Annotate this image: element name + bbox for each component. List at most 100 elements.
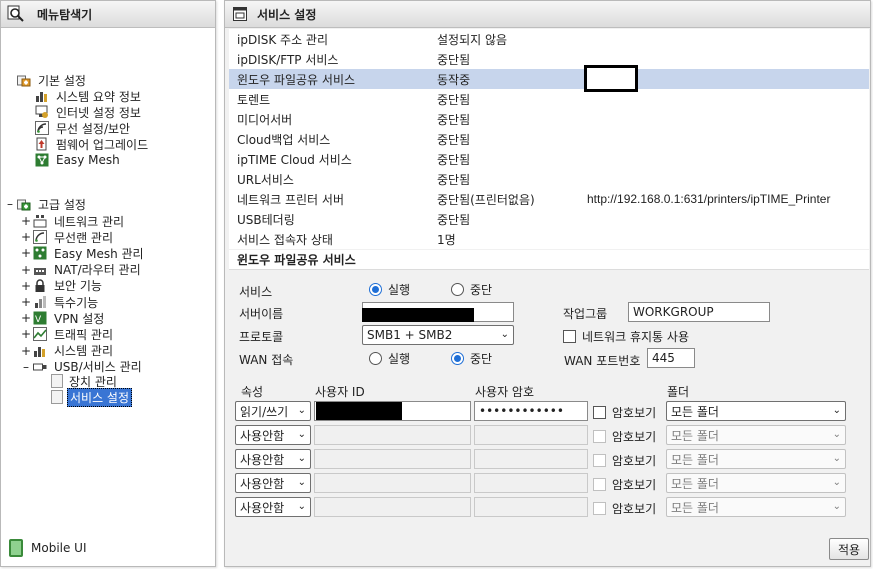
service-name: 윈도우 파일공유 서비스 <box>237 72 356 87</box>
chevron-down-icon: ⌄ <box>500 329 509 340</box>
chevron-down-icon: ⌄ <box>297 429 306 440</box>
expand-plus-icon[interactable]: + <box>19 279 33 293</box>
service-name: ipDISK 주소 관리 <box>237 32 329 47</box>
expand-plus-icon[interactable]: + <box>19 263 33 277</box>
expand-plus-icon[interactable]: + <box>19 214 33 228</box>
radio-label: 실행 <box>388 283 411 297</box>
user-id-input[interactable] <box>314 449 471 469</box>
user-attr-select[interactable]: 사용안함 ⌄ <box>235 497 311 517</box>
service-run-radio[interactable]: 실행 <box>369 281 410 298</box>
collapse-minus-icon[interactable]: – <box>19 360 33 374</box>
radio-label: 중단 <box>470 283 493 297</box>
user-id-input[interactable] <box>314 497 471 517</box>
checkbox-icon <box>593 478 606 491</box>
service-name: USB테더링 <box>237 212 295 227</box>
service-status: 동작중 <box>437 72 471 87</box>
tree-item-advanced[interactable]: + 특수기능 <box>19 294 100 310</box>
wan-stop-radio[interactable]: 중단 <box>451 350 492 367</box>
wan-access-label: WAN 접속 <box>239 353 294 367</box>
tree-advanced-settings[interactable]: – 고급 설정 <box>3 196 88 212</box>
user-password-input[interactable] <box>474 449 588 469</box>
chevron-down-icon: ⌄ <box>832 429 841 440</box>
tree-item-advanced[interactable]: + 시스템 관리 <box>19 343 115 359</box>
attr-value: 사용안함 <box>240 452 285 467</box>
expand-plus-icon[interactable]: + <box>19 311 33 325</box>
show-password-checkbox[interactable]: 암호보기 <box>593 428 656 445</box>
wan-run-radio[interactable]: 실행 <box>369 350 410 367</box>
apply-button[interactable]: 적용 <box>829 538 869 560</box>
tree-item-advanced[interactable]: + 무선랜 관리 <box>19 229 115 245</box>
expand-plus-icon[interactable]: + <box>19 327 33 341</box>
tree-item-easy-mesh[interactable]: Easy Mesh <box>35 152 122 168</box>
checkbox-icon <box>593 430 606 443</box>
expand-plus-icon[interactable]: + <box>19 295 33 309</box>
mobile-ui-link[interactable]: Mobile UI <box>9 539 87 557</box>
folder-settings-icon <box>17 73 31 87</box>
redaction-box <box>584 65 638 92</box>
expand-plus-icon[interactable]: + <box>19 230 33 244</box>
magnifier-icon <box>7 5 25 23</box>
user-attr-select[interactable]: 사용안함 ⌄ <box>235 473 311 493</box>
window-icon <box>233 7 247 21</box>
radio-unselected-icon <box>451 283 464 296</box>
network-icon <box>33 214 47 228</box>
protocol-select[interactable]: SMB1 + SMB2 ⌄ <box>362 325 514 345</box>
show-password-checkbox[interactable]: 암호보기 <box>593 476 656 493</box>
service-status-row: 미디어서버 중단됨 <box>229 109 869 129</box>
user-password-input[interactable] <box>474 473 588 493</box>
collapse-toggle-icon[interactable]: – <box>3 197 17 211</box>
user-id-input[interactable] <box>314 425 471 445</box>
service-name: URL서비스 <box>237 172 294 187</box>
user-id-input[interactable] <box>314 473 471 493</box>
show-password-checkbox[interactable]: 암호보기 <box>593 500 656 517</box>
tree-item-advanced[interactable]: + Easy Mesh 관리 <box>19 245 146 261</box>
user-attr-select[interactable]: 사용안함 ⌄ <box>235 425 311 445</box>
user-password-input[interactable]: •••••••••••• <box>474 401 588 421</box>
folder-select[interactable]: 모든 폴더 ⌄ <box>666 425 846 445</box>
wireless-icon <box>35 121 49 135</box>
workgroup-input[interactable]: WORKGROUP <box>628 302 770 322</box>
redaction-bar <box>316 402 402 420</box>
protocol-value: SMB1 + SMB2 <box>367 328 453 342</box>
service-name: Cloud백업 서비스 <box>237 132 331 147</box>
radio-selected-icon <box>369 283 382 296</box>
folder-value: 모든 폴더 <box>671 476 719 491</box>
service-stop-radio[interactable]: 중단 <box>451 281 492 298</box>
tree-item-label: 무선랜 관리 <box>54 230 114 245</box>
tree-item-advanced[interactable]: + 네트워크 관리 <box>19 213 126 229</box>
user-password-input[interactable] <box>474 497 588 517</box>
bar-chart-icon <box>35 89 49 103</box>
radio-label: 실행 <box>388 352 411 366</box>
folder-select[interactable]: 모든 폴더 ⌄ <box>666 449 846 469</box>
tree-item-firmware-upgrade[interactable]: 펌웨어 업그레이드 <box>35 136 150 152</box>
col-header-attr: 속성 <box>241 385 264 399</box>
tree-item-service-settings[interactable]: 서비스 설정 <box>51 387 133 407</box>
tree-item-advanced[interactable]: + 트래픽 관리 <box>19 326 115 342</box>
folder-value: 모든 폴더 <box>671 500 719 515</box>
tree-item-internet-info[interactable]: 인터넷 설정 정보 <box>35 104 143 120</box>
service-label: 서비스 <box>239 285 273 299</box>
tree-item-wireless-security[interactable]: 무선 설정/보안 <box>35 120 132 136</box>
internet-icon <box>35 105 49 119</box>
folder-select[interactable]: 모든 폴더 ⌄ <box>666 497 846 517</box>
tree-item-advanced[interactable]: + NAT/라우터 관리 <box>19 262 143 278</box>
chevron-down-icon: ⌄ <box>297 501 306 512</box>
show-password-checkbox[interactable]: 암호보기 <box>593 452 656 469</box>
folder-select[interactable]: 모든 폴더 ⌄ <box>666 401 846 421</box>
checkbox-icon <box>593 406 606 419</box>
tree-item-advanced[interactable]: + V VPN 설정 <box>19 310 106 326</box>
service-name: 네트워크 프린터 서버 <box>237 192 344 207</box>
user-password-input[interactable] <box>474 425 588 445</box>
show-password-checkbox[interactable]: 암호보기 <box>593 404 656 421</box>
mesh-icon <box>35 153 49 167</box>
tree-item-system-summary[interactable]: 시스템 요약 정보 <box>35 88 143 104</box>
tree-item-advanced[interactable]: + 보안 기능 <box>19 278 104 294</box>
user-attr-select[interactable]: 읽기/쓰기 ⌄ <box>235 401 311 421</box>
wan-port-input[interactable]: 445 <box>647 348 695 368</box>
expand-plus-icon[interactable]: + <box>19 246 33 260</box>
expand-plus-icon[interactable]: + <box>19 344 33 358</box>
tree-basic-settings[interactable]: 기본 설정 <box>17 72 88 88</box>
recycle-bin-checkbox[interactable]: 네트워크 휴지통 사용 <box>563 328 689 345</box>
folder-select[interactable]: 모든 폴더 ⌄ <box>666 473 846 493</box>
user-attr-select[interactable]: 사용안함 ⌄ <box>235 449 311 469</box>
